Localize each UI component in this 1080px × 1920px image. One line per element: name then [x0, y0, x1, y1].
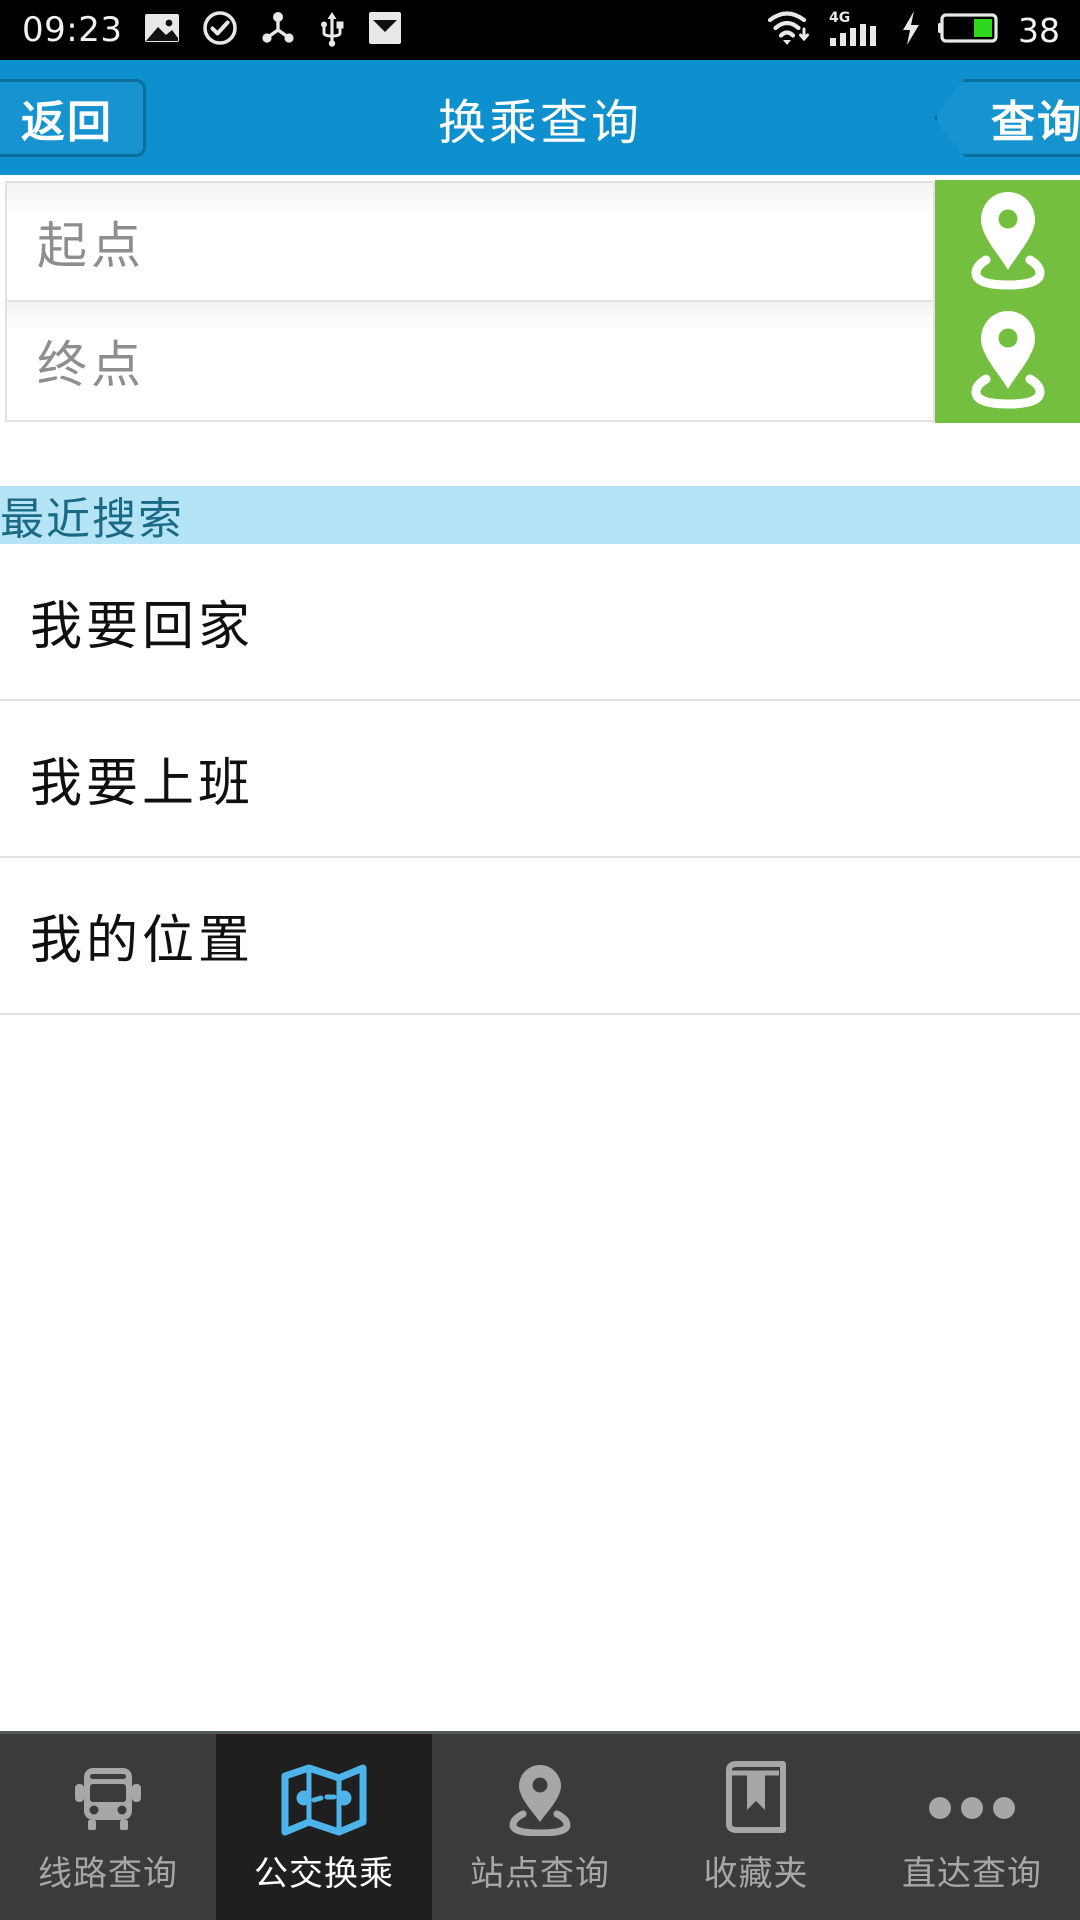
destination-input[interactable]: 终点 — [5, 300, 935, 422]
nav-tab-favorites[interactable]: 收藏夹 — [648, 1734, 864, 1920]
list-item[interactable]: 我要上班 — [0, 701, 1080, 858]
wifi-download-icon — [766, 9, 812, 51]
signal-4g-icon: 4G — [828, 8, 884, 52]
image-icon — [144, 13, 180, 47]
more-dots-icon — [924, 1760, 1020, 1836]
query-button[interactable]: 查询 — [934, 79, 1080, 157]
origin-row: 起点 — [0, 175, 1080, 304]
nav-tab-label: 直达查询 — [902, 1853, 1042, 1894]
app-header: 换乘查询 返回 查询 — [0, 60, 1080, 175]
origin-placeholder: 起点 — [37, 217, 145, 275]
folded-map-icon — [281, 1760, 367, 1836]
recent-search-header: 最近搜索 — [0, 486, 1080, 545]
share-icon — [260, 10, 296, 50]
origin-input[interactable]: 起点 — [5, 181, 935, 303]
map-pin-icon — [507, 1760, 573, 1836]
nav-tab-label: 收藏夹 — [703, 1853, 809, 1894]
battery-percent-label: 38 — [1018, 10, 1060, 50]
battery-icon — [938, 12, 1000, 48]
map-pin-icon — [965, 188, 1051, 296]
bookmark-book-icon — [721, 1760, 791, 1836]
map-pin-icon — [965, 307, 1051, 415]
list-item-label: 我要回家 — [30, 597, 255, 657]
list-item[interactable]: 我要回家 — [0, 544, 1080, 701]
nav-tab-label: 线路查询 — [38, 1853, 178, 1894]
nav-tab-label: 站点查询 — [470, 1853, 610, 1894]
page-title: 换乘查询 — [437, 94, 642, 151]
status-bar-right-group: 4G 38 — [766, 8, 1080, 52]
recent-search-title: 最近搜索 — [0, 494, 184, 545]
status-bar: 09:23 4G 38 — [0, 0, 1080, 60]
bus-icon — [70, 1760, 146, 1836]
nav-tab-transfer[interactable]: 公交换乘 — [216, 1734, 432, 1920]
destination-placeholder: 终点 — [37, 336, 145, 394]
network-type-label: 4G — [829, 10, 850, 26]
nav-tab-station-search[interactable]: 站点查询 — [432, 1734, 648, 1920]
nav-tab-route-search[interactable]: 线路查询 — [0, 1734, 216, 1920]
destination-row: 终点 — [0, 294, 1080, 423]
origin-locate-button[interactable] — [935, 180, 1080, 304]
usb-icon — [318, 9, 346, 51]
charging-bolt-icon — [900, 10, 922, 50]
recent-search-list: 我要回家 我要上班 我的位置 — [0, 544, 1080, 1015]
nav-tab-label: 公交换乘 — [254, 1853, 394, 1894]
bottom-navigation-bar: 线路查询 公交换乘 站点查询 收藏夹 直达查询 — [0, 1731, 1080, 1920]
check-circle-icon — [202, 10, 238, 50]
query-button-label: 查询 — [991, 97, 1080, 148]
list-item-label: 我的位置 — [30, 911, 255, 971]
list-item[interactable]: 我的位置 — [0, 858, 1080, 1015]
destination-locate-button[interactable] — [935, 299, 1080, 423]
status-bar-clock: 09:23 — [22, 10, 123, 50]
status-bar-left-group: 09:23 — [0, 9, 402, 51]
nav-tab-direct-search[interactable]: 直达查询 — [864, 1734, 1080, 1920]
back-button[interactable]: 返回 — [0, 79, 146, 157]
list-item-label: 我要上班 — [30, 754, 255, 814]
back-button-label: 返回 — [21, 97, 113, 148]
mail-icon — [368, 11, 402, 49]
